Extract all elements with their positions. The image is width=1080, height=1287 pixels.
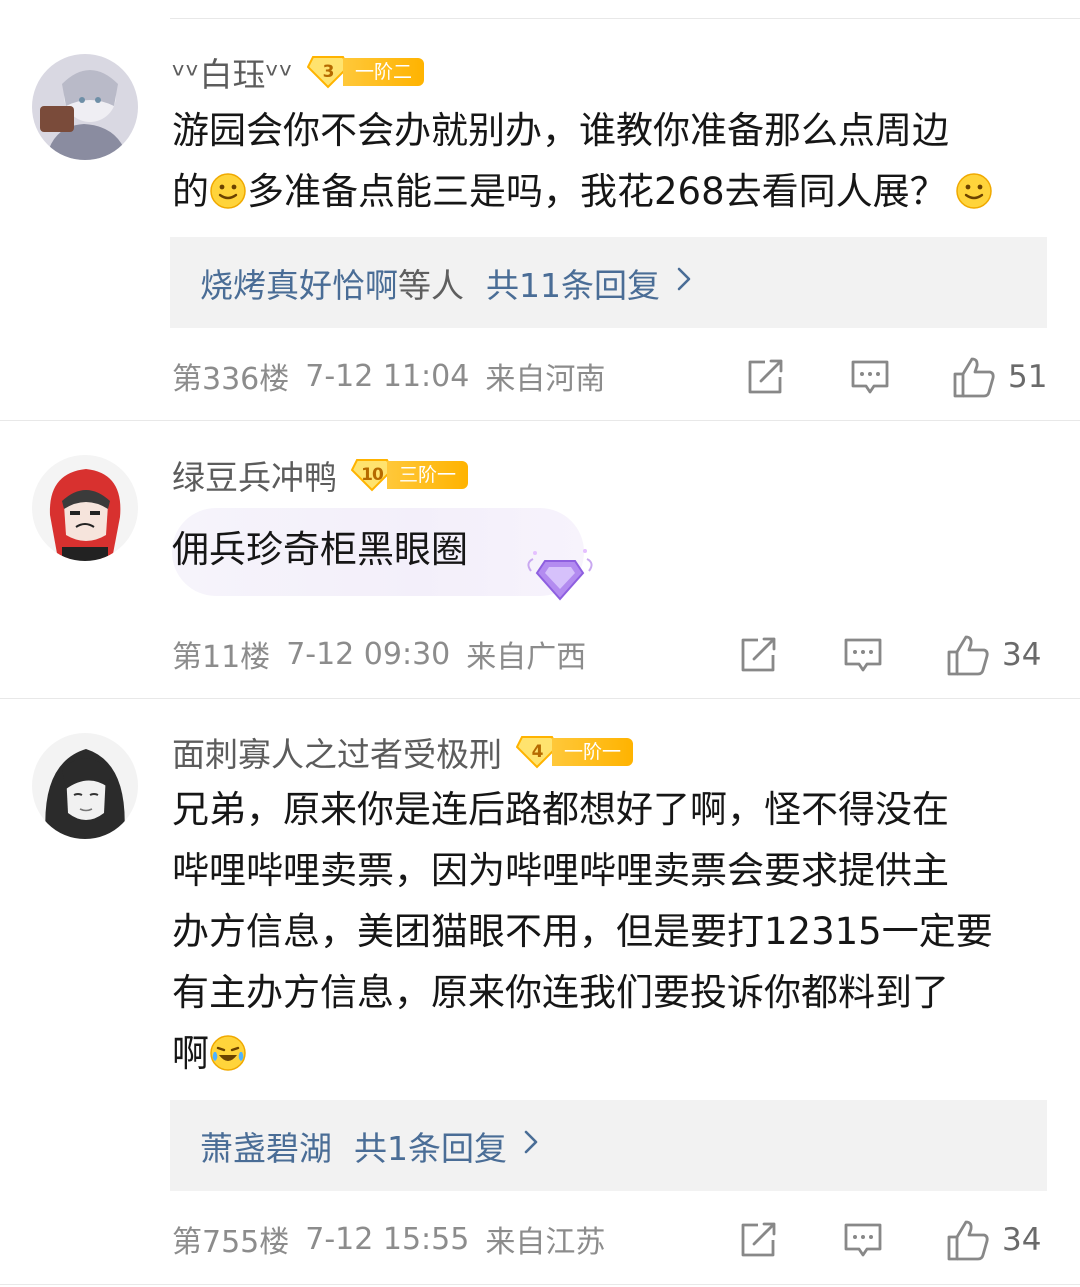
comment-text-line: 有主办方信息，原来你连我们要投诉你都料到了	[172, 971, 949, 1014]
comment-icon	[844, 638, 882, 672]
username[interactable]: 面刺寡人之过者受极刑	[172, 728, 502, 776]
comment-button[interactable]	[850, 352, 890, 402]
share-button[interactable]	[745, 352, 785, 402]
reply-preview[interactable]: 烧烤真好恰啊 等人 共11条回复	[170, 237, 1047, 328]
username-row: 绿豆兵冲鸭 10 三阶一	[172, 451, 469, 499]
comment-text-line: 兄弟，原来你是连后路都想好了啊，怪不得没在	[172, 788, 949, 831]
share-button[interactable]	[738, 1215, 778, 1265]
comment-item: ᵛᵛ白珏ᵛᵛ 3 一阶二 游园会你不会办就别办，谁教你准备那么点周边 的多准备点…	[0, 0, 1080, 420]
reply-user-link[interactable]: 萧盏碧湖	[200, 1122, 332, 1170]
comment-item: 绿豆兵冲鸭 10 三阶一 佣兵珍奇柜黑眼圈 第11楼 7-12 09:30 来自…	[0, 421, 1080, 698]
chevron-right-icon	[676, 265, 692, 300]
comment-icon	[844, 1223, 882, 1257]
thumbs-up-icon	[947, 1220, 989, 1261]
avatar[interactable]	[32, 54, 138, 160]
reply-etc-label: 等人	[398, 265, 464, 305]
username[interactable]: 绿豆兵冲鸭	[172, 451, 337, 499]
smile-emoji-icon	[955, 173, 992, 209]
reply-preview[interactable]: 萧盏碧湖 共1条回复	[170, 1100, 1047, 1191]
smile-emoji-icon	[210, 173, 246, 209]
action-bar: 34	[0, 630, 1080, 680]
badge-level: 10	[361, 465, 384, 485]
thumbs-up-icon	[953, 357, 995, 398]
badge-label: 一阶二	[343, 58, 425, 86]
reply-user-link[interactable]: 烧烤真好恰啊	[200, 259, 398, 307]
like-button[interactable]: 51	[952, 352, 1047, 402]
like-button[interactable]: 34	[946, 630, 1041, 680]
username-row: 面刺寡人之过者受极刑 4 一阶一	[172, 728, 634, 776]
badge-label: 三阶一	[387, 461, 469, 489]
action-bar: 34	[0, 1215, 1080, 1265]
comment-button[interactable]	[843, 1215, 883, 1265]
avatar[interactable]	[32, 733, 138, 839]
reply-count-link[interactable]: 共1条回复	[354, 1122, 507, 1170]
level-badge: 3 一阶二	[307, 55, 425, 89]
comment-text-line: 游园会你不会办就别办，谁教你准备那么点周边	[172, 109, 949, 152]
badge-level: 4	[531, 742, 544, 762]
comment-button[interactable]	[843, 630, 883, 680]
comment-text-line: 的	[172, 170, 209, 213]
like-count: 34	[1002, 1222, 1042, 1258]
share-button[interactable]	[738, 630, 778, 680]
reply-count-link[interactable]: 共11条回复	[486, 259, 660, 307]
comment-text: 兄弟，原来你是连后路都想好了啊，怪不得没在 哔哩哔哩卖票，因为哔哩哔哩卖票会要求…	[172, 779, 1052, 1084]
bottom-divider	[0, 1284, 1080, 1285]
badge-level: 3	[322, 62, 335, 82]
chevron-right-icon	[523, 1128, 539, 1163]
username-row: ᵛᵛ白珏ᵛᵛ 3 一阶二	[172, 48, 425, 96]
avatar[interactable]	[32, 455, 138, 561]
share-icon	[748, 359, 783, 394]
share-icon	[741, 637, 776, 672]
badge-label: 一阶一	[552, 738, 634, 766]
comment-text-line: 啊	[172, 1032, 209, 1075]
comment-text-line: 办方信息，美团猫眼不用，但是要打12315一定要	[172, 910, 993, 953]
comment-text: 游园会你不会办就别办，谁教你准备那么点周边 的多准备点能三是吗，我花268去看同…	[172, 100, 1052, 222]
share-icon	[741, 1222, 776, 1257]
like-count: 51	[1008, 359, 1048, 395]
comment-item: 面刺寡人之过者受极刑 4 一阶一 兄弟，原来你是连后路都想好了啊，怪不得没在 哔…	[0, 699, 1080, 1287]
level-badge: 10 三阶一	[351, 458, 469, 492]
like-button[interactable]: 34	[946, 1215, 1041, 1265]
action-bar: 51	[0, 352, 1080, 402]
level-badge: 4 一阶一	[516, 735, 634, 769]
like-count: 34	[1002, 637, 1042, 673]
comment-icon	[851, 360, 889, 394]
comment-text-line: 佣兵珍奇柜黑眼圈	[172, 528, 468, 571]
thumbs-up-icon	[947, 635, 989, 676]
laugh-cry-emoji-icon	[210, 1035, 246, 1071]
username[interactable]: ᵛᵛ白珏ᵛᵛ	[172, 48, 293, 96]
comment-text-line: 多准备点能三是吗，我花268去看同人展？	[247, 170, 947, 213]
comment-text-line: 哔哩哔哩卖票，因为哔哩哔哩卖票会要求提供主	[172, 849, 949, 892]
diamond-gem-icon	[527, 549, 593, 601]
comment-text: 佣兵珍奇柜黑眼圈	[172, 519, 1052, 580]
